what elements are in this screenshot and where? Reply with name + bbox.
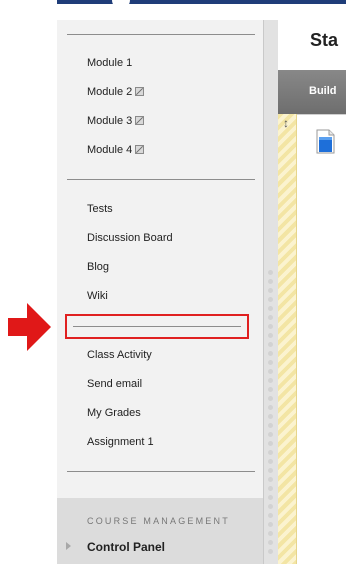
drag-reorder-column[interactable]: ↕ xyxy=(278,114,297,564)
menu-divider xyxy=(67,179,255,180)
control-panel-link[interactable]: Control Panel xyxy=(87,540,165,554)
grip-dot xyxy=(268,522,273,527)
top-bar-notch xyxy=(112,0,130,9)
sidebar-resize-handle[interactable] xyxy=(263,20,278,564)
grip-dot xyxy=(268,396,273,401)
menu-divider xyxy=(73,326,241,327)
main-content: Sta Build ↕ xyxy=(278,20,346,564)
grip-dot xyxy=(268,468,273,473)
grip-dot xyxy=(268,432,273,437)
grip-dot xyxy=(268,288,273,293)
menu-item-class-activity[interactable]: Class Activity xyxy=(87,348,152,362)
menu-divider xyxy=(67,471,255,472)
grip-dot xyxy=(268,540,273,545)
menu-item-assignment-1[interactable]: Assignment 1 xyxy=(87,435,154,449)
grip-dot xyxy=(268,423,273,428)
menu-item-wiki[interactable]: Wiki xyxy=(87,289,108,303)
grip-dot xyxy=(268,405,273,410)
grip-dot xyxy=(268,531,273,536)
grip-dot xyxy=(268,477,273,482)
pointer-arrow-icon xyxy=(27,303,51,351)
grip-dot xyxy=(268,450,273,455)
menu-item-module-4[interactable]: Module 4 xyxy=(87,143,145,157)
grip-dot xyxy=(268,369,273,374)
menu-item-blog[interactable]: Blog xyxy=(87,260,109,274)
menu-item-tests[interactable]: Tests xyxy=(87,202,113,216)
menu-item-module-2[interactable]: Module 2 xyxy=(87,85,145,99)
grip-dot xyxy=(268,351,273,356)
grip-dot xyxy=(268,306,273,311)
grip-dot xyxy=(268,270,273,275)
grip-dot xyxy=(268,342,273,347)
document-icon[interactable] xyxy=(316,129,335,154)
content-item xyxy=(297,114,346,564)
grip-dot xyxy=(268,315,273,320)
grip-dot xyxy=(268,549,273,554)
action-bar: Build xyxy=(278,70,346,114)
menu-item-discussion-board[interactable]: Discussion Board xyxy=(87,231,173,245)
grip-dot xyxy=(268,513,273,518)
grip-dot xyxy=(268,414,273,419)
top-bar xyxy=(57,0,346,20)
grip-dot xyxy=(268,504,273,509)
grip-dot xyxy=(268,387,273,392)
expand-arrow-icon[interactable] xyxy=(66,542,71,550)
top-bar-line xyxy=(57,0,346,4)
hidden-from-students-icon xyxy=(135,145,145,154)
course-menu-sidebar: Module 1 Module 2 Module 3 Module 4 Test… xyxy=(57,20,263,564)
grip-dot xyxy=(268,279,273,284)
hidden-from-students-icon xyxy=(135,116,145,125)
grip-dot xyxy=(268,441,273,446)
grip-dot xyxy=(268,495,273,500)
page-title: Sta xyxy=(310,30,339,50)
menu-divider xyxy=(67,34,255,35)
highlight-box xyxy=(65,314,249,339)
drag-handle-icon[interactable]: ↕ xyxy=(283,116,289,130)
menu-item-module-3[interactable]: Module 3 xyxy=(87,114,145,128)
course-management-heading: COURSE MANAGEMENT xyxy=(87,516,230,526)
grip-dot xyxy=(268,333,273,338)
grip-dot xyxy=(268,459,273,464)
pointer-arrow-shaft xyxy=(8,318,28,336)
menu-item-my-grades[interactable]: My Grades xyxy=(87,406,141,420)
hidden-from-students-icon xyxy=(135,87,145,96)
build-content-button[interactable]: Build xyxy=(309,85,337,97)
course-management-panel: COURSE MANAGEMENT Control Panel xyxy=(57,498,263,564)
menu-item-send-email[interactable]: Send email xyxy=(87,377,142,391)
menu-item-module-1[interactable]: Module 1 xyxy=(87,56,132,70)
grip-dot xyxy=(268,360,273,365)
grip-dot xyxy=(268,297,273,302)
grip-dot xyxy=(268,324,273,329)
grip-dot xyxy=(268,378,273,383)
grip-dot xyxy=(268,486,273,491)
